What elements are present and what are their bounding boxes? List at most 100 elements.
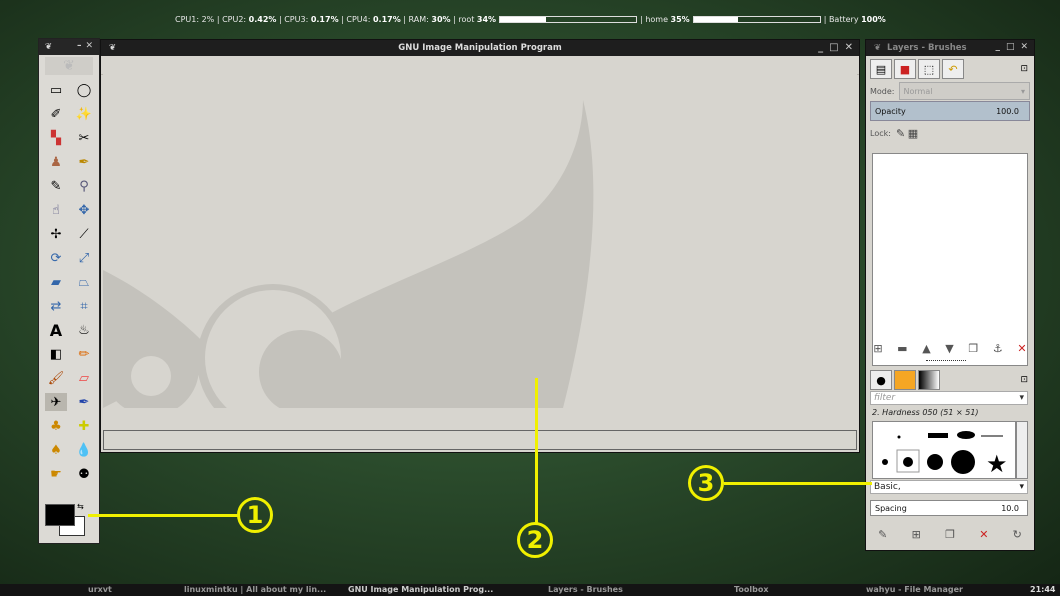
raise-layer-icon[interactable]: ▲ xyxy=(922,342,930,355)
brush-tag-select[interactable]: Basic, ▾ xyxy=(870,480,1028,494)
color-select-icon[interactable]: ▚ xyxy=(45,129,67,147)
spacing-slider[interactable]: Spacing 10.0 xyxy=(870,500,1028,516)
delete-brush-icon[interactable]: ✕ xyxy=(979,528,988,541)
bucket-fill-icon[interactable]: ♨ xyxy=(73,321,95,339)
rotate-icon[interactable]: ⟳ xyxy=(45,249,67,267)
delete-layer-icon[interactable]: ✕ xyxy=(1017,342,1026,355)
paths-icon[interactable]: ✒ xyxy=(73,153,95,171)
foreground-color-swatch[interactable] xyxy=(45,504,75,526)
pencil-icon[interactable]: ✏ xyxy=(73,345,95,363)
callout-3: 3 xyxy=(688,465,724,501)
perspective-clone-icon[interactable]: ♠ xyxy=(45,441,67,459)
pane-separator[interactable] xyxy=(926,360,966,363)
wilber-icon: ❦ xyxy=(109,43,117,53)
new-brush-icon[interactable]: ⊞ xyxy=(912,528,921,541)
dodge-burn-icon[interactable]: ⚉ xyxy=(73,465,95,483)
maximize-icon[interactable]: □ xyxy=(829,42,838,53)
rect-select-icon[interactable]: ▭ xyxy=(45,81,67,99)
close-icon[interactable]: ✕ xyxy=(845,42,853,53)
duplicate-brush-icon[interactable]: ❐ xyxy=(945,528,955,541)
paintbrush-icon[interactable]: 🖌 xyxy=(45,369,67,387)
taskbar-item[interactable]: urxvt xyxy=(88,585,112,594)
tab-patterns[interactable] xyxy=(894,370,916,390)
empty-canvas[interactable] xyxy=(103,60,857,430)
minimize-icon[interactable]: – xyxy=(77,41,82,51)
brush-grid[interactable]: ★ xyxy=(872,421,1016,479)
crop-icon[interactable]: ⟋ xyxy=(73,225,95,243)
callout-2: 2 xyxy=(517,522,553,558)
maximize-icon[interactable]: □ xyxy=(1006,42,1015,52)
free-select-icon[interactable]: ✐ xyxy=(45,105,67,123)
taskbar-item[interactable]: Toolbox xyxy=(734,585,769,594)
tab-gradients[interactable] xyxy=(918,370,940,390)
taskbar-item[interactable]: linuxmintku | All about my lin... xyxy=(184,585,326,594)
taskbar-item[interactable]: Layers - Brushes xyxy=(548,585,623,594)
duplicate-layer-icon[interactable]: ❐ xyxy=(968,342,978,355)
flip-icon[interactable]: ⇄ xyxy=(45,297,67,315)
clone-icon[interactable]: ♣ xyxy=(45,417,67,435)
tab-brushes[interactable]: ● xyxy=(870,370,892,390)
opacity-slider[interactable]: Opacity 100.0 xyxy=(870,101,1030,121)
blend-icon[interactable]: ◧ xyxy=(45,345,67,363)
spacing-label: Spacing xyxy=(875,503,907,513)
anchor-layer-icon[interactable]: ⚓ xyxy=(993,342,1003,355)
taskbar-item[interactable]: wahyu - File Manager xyxy=(866,585,963,594)
battery-text: | Battery xyxy=(823,14,859,24)
mode-select[interactable]: Normal ▾ xyxy=(898,82,1030,100)
tab-layers[interactable]: ▤ xyxy=(870,59,892,79)
blur-icon[interactable]: 💧 xyxy=(73,441,95,459)
zoom-icon[interactable]: ⚲ xyxy=(73,177,95,195)
taskbar-item[interactable]: GNU Image Manipulation Prog... xyxy=(348,585,493,594)
fuzzy-select-icon[interactable]: ✨ xyxy=(73,105,95,123)
refresh-brushes-icon[interactable]: ↻ xyxy=(1013,528,1022,541)
callout-3-line xyxy=(724,482,872,485)
cage-transform-icon[interactable]: ⌗ xyxy=(73,297,95,315)
scale-icon[interactable]: ⤢ xyxy=(73,249,95,267)
brush-scrollbar[interactable] xyxy=(1016,421,1028,479)
ellipse-select-icon[interactable]: ◯ xyxy=(73,81,95,99)
move-icon[interactable]: ✥ xyxy=(73,201,95,219)
dock-menu-icon[interactable]: ⊡ xyxy=(1020,375,1028,385)
toolbox-titlebar[interactable]: ❦ – ✕ xyxy=(39,39,99,55)
lock-label: Lock: xyxy=(870,128,891,138)
shear-icon[interactable]: ▰ xyxy=(45,273,67,291)
layers-list[interactable] xyxy=(872,153,1028,366)
close-icon[interactable]: ✕ xyxy=(85,41,93,51)
heal-icon[interactable]: ✚ xyxy=(73,417,95,435)
minimize-icon[interactable]: _ xyxy=(818,42,823,53)
swap-colors-icon[interactable]: ⇆ xyxy=(77,502,84,511)
lock-pixels-icon[interactable]: ✎ xyxy=(896,127,905,140)
eraser-icon[interactable]: ▱ xyxy=(73,369,95,387)
smudge-icon[interactable]: ☛ xyxy=(45,465,67,483)
color-picker-icon[interactable]: ✎ xyxy=(45,177,67,195)
dock-tabs: ▤ ■ ⬚ ↶ ⊡ xyxy=(866,56,1034,82)
scissors-select-icon[interactable]: ✂ xyxy=(73,129,95,147)
tab-paths[interactable]: ⬚ xyxy=(918,59,940,79)
airbrush-icon[interactable]: ✈ xyxy=(45,393,67,411)
foreground-select-icon[interactable]: ♟ xyxy=(45,153,67,171)
dock-menu-icon[interactable]: ⊡ xyxy=(1020,64,1028,74)
color-swatches[interactable]: ⇆ xyxy=(45,502,85,538)
home-usage-bar xyxy=(692,15,821,23)
perspective-icon[interactable]: ⏢ xyxy=(73,273,95,291)
align-icon[interactable]: ✢ xyxy=(45,225,67,243)
ink-icon[interactable]: ✒ xyxy=(73,393,95,411)
image-window-titlebar[interactable]: ❦ GNU Image Manipulation Program _ □ ✕ xyxy=(101,40,859,56)
text-icon[interactable]: A xyxy=(45,321,67,340)
measure-icon[interactable]: ☝ xyxy=(45,201,67,219)
new-layer-group-icon[interactable]: ▬ xyxy=(897,342,907,355)
close-icon[interactable]: ✕ xyxy=(1020,42,1028,52)
new-layer-icon[interactable]: ⊞ xyxy=(873,342,882,355)
edit-brush-icon[interactable]: ✎ xyxy=(878,528,887,541)
ram-value: 30% xyxy=(431,14,451,24)
cpu3-value: 0.17% xyxy=(310,14,339,24)
callout-2-line xyxy=(535,378,538,524)
lower-layer-icon[interactable]: ▼ xyxy=(945,342,953,355)
root-usage-fill xyxy=(500,16,547,22)
tab-channels[interactable]: ■ xyxy=(894,59,916,79)
minimize-icon[interactable]: _ xyxy=(995,42,1000,52)
brush-filter-input[interactable]: filter ▾ xyxy=(870,391,1028,405)
dock-titlebar[interactable]: ❦ Layers - Brushes _ □ ✕ xyxy=(866,40,1034,56)
tab-undo[interactable]: ↶ xyxy=(942,59,964,79)
lock-alpha-icon[interactable]: ▦ xyxy=(908,127,918,140)
